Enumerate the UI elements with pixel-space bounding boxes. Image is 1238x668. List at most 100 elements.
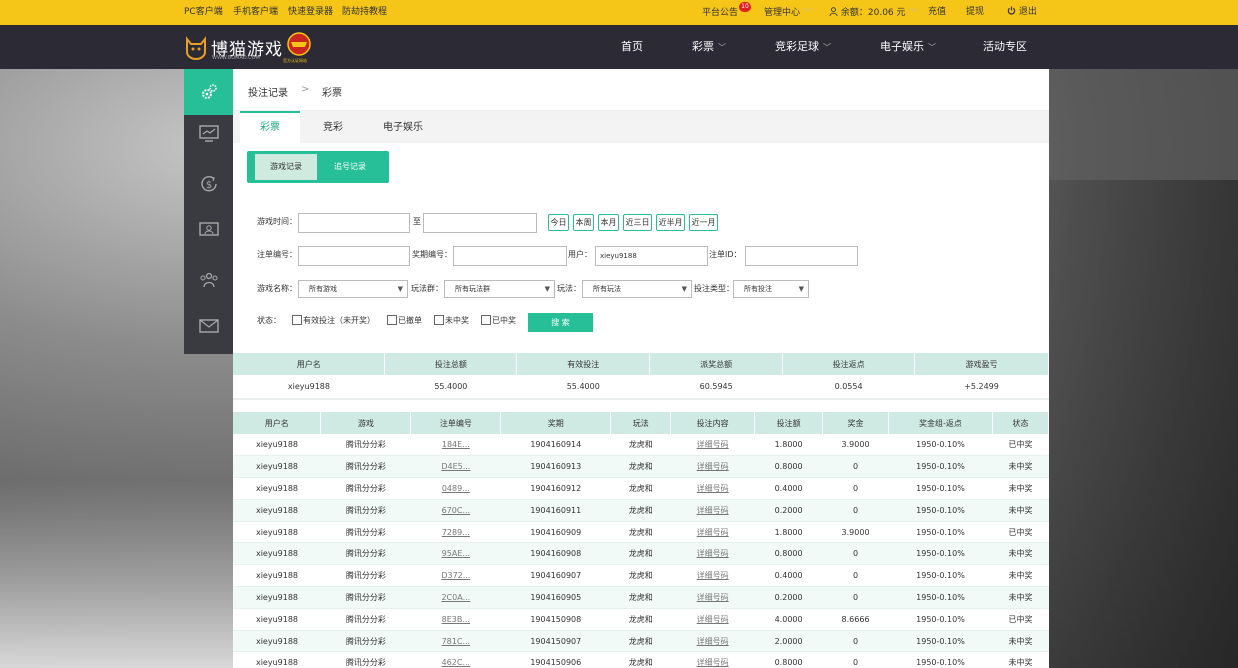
- logout-link[interactable]: 退出: [1007, 0, 1037, 25]
- order-no-link[interactable]: 2C0A...: [441, 593, 470, 602]
- sidenav-team[interactable]: [184, 257, 233, 303]
- order-no-link[interactable]: 462C...: [442, 658, 470, 667]
- table-cell: 0: [822, 455, 889, 479]
- bet-detail-link[interactable]: 详细号码: [697, 571, 729, 580]
- order-no-link[interactable]: 8E3B...: [442, 615, 470, 624]
- search-button[interactable]: 搜 索: [528, 313, 593, 332]
- subtab-chase-records[interactable]: 追号记录: [319, 154, 381, 180]
- nav-egames[interactable]: 电子娱乐 ﹀: [880, 25, 936, 69]
- sidenav-settings[interactable]: [184, 69, 233, 115]
- chevron-down-icon: ﹀: [804, 8, 813, 17]
- table-cell: 龙虎和: [610, 455, 671, 479]
- bet-detail-link[interactable]: 详细号码: [697, 440, 729, 449]
- breadcrumb-separator: >: [301, 84, 310, 95]
- svg-text:$: $: [205, 180, 211, 191]
- order-no-link[interactable]: 95AE...: [442, 549, 470, 558]
- table-cell: 0: [822, 630, 889, 653]
- mobile-client-link[interactable]: 手机客户端: [233, 0, 278, 25]
- tab-lottery[interactable]: 彩票: [240, 111, 300, 143]
- sidenav-monitor[interactable]: [184, 111, 233, 157]
- bet-detail-link[interactable]: 详细号码: [697, 658, 729, 667]
- table-cell: 详细号码: [670, 455, 755, 479]
- order-no-link[interactable]: 7289...: [442, 528, 470, 537]
- sidenav-profile[interactable]: [184, 207, 233, 253]
- table-cell: 1950-0.10%: [888, 477, 993, 500]
- summary-table: 用户名 投注总额 有效投注 派奖总额 投注返点 游戏盈亏 xieyu9188 5…: [233, 353, 1049, 399]
- member-center-label: 管理中心: [764, 8, 801, 18]
- balance-display[interactable]: 余额：20.06 元 ﹀: [829, 0, 918, 25]
- bet-detail-link[interactable]: 详细号码: [697, 615, 729, 624]
- issue-no-input[interactable]: [453, 246, 567, 266]
- quick-3days-button[interactable]: 近三日: [623, 214, 652, 231]
- order-no-link[interactable]: 781C...: [442, 637, 470, 646]
- order-id-label: 注单ID：: [709, 250, 742, 259]
- anti-hijack-link[interactable]: 防劫持教程: [342, 0, 387, 25]
- status-valid-checkbox[interactable]: 有效投注（未开奖）: [292, 315, 375, 327]
- table-cell: 未中奖: [992, 586, 1049, 609]
- bet-detail-link[interactable]: 详细号码: [697, 593, 729, 602]
- bet-detail-link[interactable]: 详细号码: [697, 462, 729, 471]
- subtab-game-records[interactable]: 游戏记录: [255, 154, 317, 180]
- logo[interactable]: 博猫游戏 WWW.BOMAO.COM 官方认证网站: [184, 31, 314, 65]
- order-no-link[interactable]: 670C...: [442, 506, 470, 515]
- bet-detail-link[interactable]: 详细号码: [697, 484, 729, 493]
- quick-halfmonth-button[interactable]: 近半月: [656, 214, 685, 231]
- order-id-input[interactable]: [745, 246, 858, 266]
- quick-month-button[interactable]: 本月: [598, 214, 619, 231]
- deposit-link[interactable]: 充值: [928, 0, 946, 25]
- speed-tester-link[interactable]: 快速登录器: [288, 0, 333, 25]
- bet-detail-link[interactable]: 详细号码: [697, 528, 729, 537]
- status-won-checkbox[interactable]: 已中奖: [481, 315, 516, 327]
- table-cell: 1904150908: [500, 608, 611, 631]
- bettype-label: 投注类型：: [694, 284, 734, 293]
- order-no-link[interactable]: 184E...: [442, 440, 470, 449]
- table-cell: xieyu9188: [233, 586, 321, 609]
- records-header: 奖金组-返点: [888, 412, 993, 434]
- table-cell: 1904160905: [500, 586, 611, 609]
- category-tabs: 彩票 竞彩 电子娱乐: [233, 111, 1049, 143]
- table-cell: 详细号码: [670, 477, 755, 500]
- order-no-link[interactable]: D372...: [441, 571, 470, 580]
- table-cell: 0.2000: [754, 499, 823, 522]
- order-no-link[interactable]: D4E5...: [441, 462, 470, 471]
- status-cancelled-checkbox[interactable]: 已撤单: [387, 315, 422, 327]
- order-no-input[interactable]: [298, 246, 410, 266]
- sidenav-messages[interactable]: [184, 303, 233, 349]
- quick-week-button[interactable]: 本周: [573, 214, 594, 231]
- sidenav-finance[interactable]: $: [184, 161, 233, 207]
- nav-home[interactable]: 首页: [621, 25, 643, 69]
- table-cell: 3.9000: [822, 434, 889, 457]
- tab-egames[interactable]: 电子娱乐: [376, 111, 430, 143]
- records-header: 游戏: [320, 412, 412, 434]
- end-time-input[interactable]: [423, 213, 537, 233]
- pc-client-link[interactable]: PC客户端: [184, 0, 223, 25]
- playgroup-select[interactable]: 所有玩法群 ▼: [444, 280, 555, 298]
- order-no-link[interactable]: 0489...: [442, 484, 470, 493]
- summary-cell: 60.5945: [649, 375, 783, 399]
- start-time-input[interactable]: [298, 213, 410, 233]
- nav-football[interactable]: 竞彩足球 ﹀: [775, 25, 831, 69]
- play-select[interactable]: 所有玩法 ▼: [582, 280, 692, 298]
- user-input[interactable]: xieyu9188: [595, 246, 708, 266]
- breadcrumb-root[interactable]: 投注记录: [248, 84, 288, 99]
- table-cell: 详细号码: [670, 499, 755, 522]
- game-select[interactable]: 所有游戏 ▼: [298, 280, 408, 298]
- quick-1month-button[interactable]: 近一月: [689, 214, 718, 231]
- bet-detail-link[interactable]: 详细号码: [697, 506, 729, 515]
- nav-lottery[interactable]: 彩票 ﹀: [692, 25, 726, 69]
- status-lost-checkbox[interactable]: 未中奖: [434, 315, 469, 327]
- nav-promotions[interactable]: 活动专区: [983, 25, 1027, 69]
- tab-sports[interactable]: 竞彩: [313, 111, 353, 143]
- member-center-link[interactable]: 管理中心 ﹀: [764, 0, 812, 25]
- table-cell: 腾讯分分彩: [320, 630, 411, 653]
- bet-detail-link[interactable]: 详细号码: [697, 549, 729, 558]
- table-cell: 1904160908: [500, 542, 611, 566]
- bettype-select[interactable]: 所有投注 ▼: [733, 280, 809, 298]
- withdraw-link[interactable]: 提现: [966, 0, 984, 25]
- table-cell: 0: [822, 586, 889, 609]
- table-row: xieyu9188 腾讯分分彩 0489... 1904160912 龙虎和 详细号码 0.…: [233, 477, 1049, 500]
- table-cell: 0.2000: [754, 586, 823, 609]
- quick-today-button[interactable]: 今日: [548, 214, 569, 231]
- table-cell: xieyu9188: [233, 434, 321, 457]
- bet-detail-link[interactable]: 详细号码: [697, 637, 729, 646]
